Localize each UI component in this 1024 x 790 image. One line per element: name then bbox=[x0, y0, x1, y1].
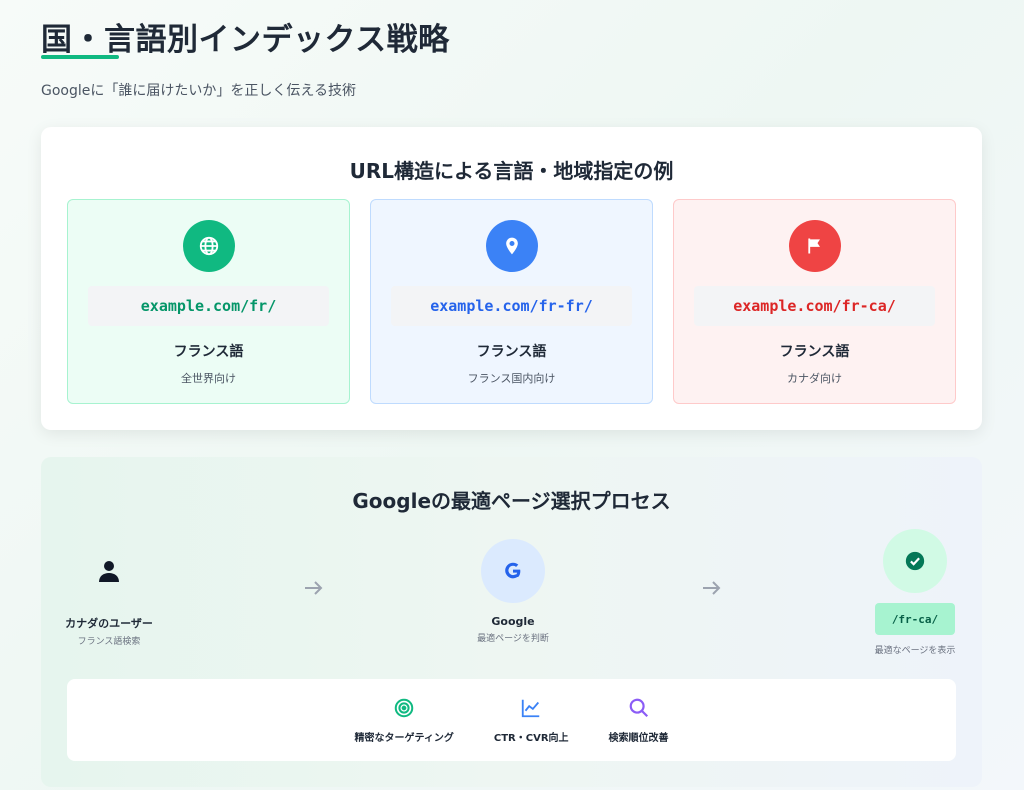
benefit-label: CTR・CVR向上 bbox=[493, 733, 569, 744]
benefit-label: 検索順位改善 bbox=[608, 733, 669, 744]
url-structure-card: URL構造による言語・地域指定の例 example.com/fr/ フランス語 … bbox=[41, 127, 982, 430]
page-title: 国・言語別インデックス戦略 bbox=[41, 22, 450, 58]
user-icon bbox=[77, 539, 141, 603]
step-name: Google bbox=[491, 615, 535, 628]
url-section-title: URL構造による言語・地域指定の例 bbox=[349, 159, 674, 183]
language-label: フランス語 bbox=[476, 344, 547, 360]
target-label: 全世界向け bbox=[181, 372, 236, 385]
example-card-global: example.com/fr/ フランス語 全世界向け bbox=[67, 199, 350, 404]
step-name: カナダのユーザー bbox=[65, 617, 153, 630]
chart-line-icon bbox=[494, 697, 569, 719]
title-underline bbox=[41, 55, 119, 59]
arrow-right-icon bbox=[305, 581, 323, 595]
benefit-ctr-cvr: CTR・CVR向上 bbox=[494, 679, 569, 761]
check-circle-icon bbox=[883, 529, 947, 593]
benefit-targeting: 精密なターゲティング bbox=[354, 679, 454, 761]
step-user: カナダのユーザー フランス語検索 bbox=[49, 539, 169, 647]
target-label: カナダ向け bbox=[787, 372, 842, 385]
benefit-ranking: 検索順位改善 bbox=[609, 679, 669, 761]
google-icon bbox=[481, 539, 545, 603]
step-desc: フランス語検索 bbox=[77, 637, 141, 647]
target-icon bbox=[354, 697, 453, 719]
language-label: フランス語 bbox=[779, 344, 850, 360]
search-icon bbox=[609, 697, 669, 719]
globe-icon bbox=[182, 220, 235, 272]
language-label: フランス語 bbox=[173, 344, 244, 360]
step-desc: 最適なページを表示 bbox=[874, 646, 956, 656]
url-code: example.com/fr/ bbox=[88, 286, 329, 326]
selection-process-card: Googleの最適ページ選択プロセス カナダのユーザー フランス語検索 Goog… bbox=[41, 457, 982, 787]
step-desc: 最適ページを判断 bbox=[477, 634, 549, 644]
example-card-canada: example.com/fr-ca/ フランス語 カナダ向け bbox=[673, 199, 956, 404]
location-pin-icon bbox=[485, 220, 538, 272]
benefit-label: 精密なターゲティング bbox=[354, 733, 454, 744]
step-result: /fr-ca/ 最適なページを表示 bbox=[851, 529, 979, 656]
result-url-code: /fr-ca/ bbox=[875, 603, 955, 635]
arrow-right-icon bbox=[703, 581, 721, 595]
target-label: フランス国内向け bbox=[467, 372, 556, 385]
example-card-france: example.com/fr-fr/ フランス語 フランス国内向け bbox=[370, 199, 653, 404]
step-google: Google 最適ページを判断 bbox=[453, 539, 573, 644]
flag-icon bbox=[788, 220, 841, 272]
url-code: example.com/fr-fr/ bbox=[391, 286, 632, 326]
benefits-bar: 精密なターゲティング CTR・CVR向上 検索順位改善 bbox=[67, 679, 956, 761]
url-code: example.com/fr-ca/ bbox=[694, 286, 935, 326]
process-section-title: Googleの最適ページ選択プロセス bbox=[352, 489, 671, 513]
page-subtitle: Googleに「誰に届けたいか」を正しく伝える技術 bbox=[41, 83, 356, 99]
